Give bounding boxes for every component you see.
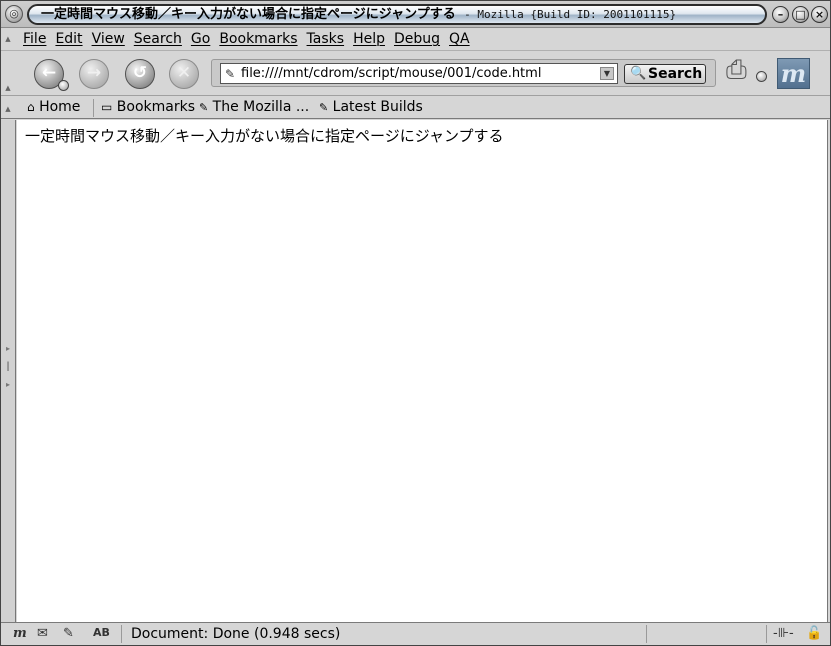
menu-items: File Edit View Search Go Bookmarks Tasks… [23,30,479,48]
title-bar[interactable]: ◎ 一定時間マウス移動／キー入力がない場合に指定ページにジャンプする - Moz… [1,1,830,28]
menu-file[interactable]: File [23,30,46,48]
menu-go[interactable]: Go [191,30,210,48]
bookmark-the-mozilla[interactable]: ✎ The Mozilla ... [199,99,309,116]
printer-icon: ⎙ [726,55,747,85]
address-book-icon[interactable]: AB [93,626,110,639]
menu-bar: ▲ File Edit View Search Go Bookmarks Tas… [1,29,830,51]
composer-icon[interactable]: ✎ [63,626,74,641]
stop-button[interactable]: ✕ [169,59,199,89]
status-divider [121,625,122,643]
bookmark-latest-builds[interactable]: ✎ Latest Builds [319,99,423,116]
status-bar: m ✉ ✎ AB Document: Done (0.948 secs) -⊪-… [1,622,830,645]
window-title-text: 一定時間マウス移動／キー入力がない場合に指定ページにジャンプする [41,7,456,22]
browser-window: ◎ 一定時間マウス移動／キー入力がない場合に指定ページにジャンプする - Moz… [0,0,831,646]
url-text: file:////mnt/cdrom/script/mouse/001/code… [241,66,542,81]
menu-help[interactable]: Help [353,30,385,48]
window-title[interactable]: 一定時間マウス移動／キー入力がない場合に指定ページにジャンプする - Mozil… [27,4,767,25]
minimize-button[interactable]: – [772,6,789,23]
url-input[interactable]: ✎ file:////mnt/cdrom/script/mouse/001/co… [220,63,618,84]
bookmark-icon: ✎ [319,101,329,114]
menubar-grip-icon[interactable]: ▲ [1,35,15,43]
page-heading: 一定時間マウス移動／キー入力がない場合に指定ページにジャンプする [25,127,504,145]
security-lock-icon: 🔓 [806,626,823,641]
url-history-dropdown-icon[interactable]: ▼ [600,67,614,80]
reload-button[interactable]: ↺ [125,59,155,89]
online-status-icon[interactable]: -⊪- [773,626,794,641]
reload-icon: ↺ [132,63,148,83]
back-arrow-icon: ← [41,63,57,83]
url-toolbar: ✎ file:////mnt/cdrom/script/mouse/001/co… [211,59,716,87]
menu-debug[interactable]: Debug [394,30,440,48]
bookmark-the-mozilla-label: The Mozilla ... [212,99,310,115]
sidebar-handle-icon[interactable]: ▸ ┃ ▸ [3,340,13,396]
page-proxy-icon[interactable]: ✎ [225,65,235,83]
bookmark-icon: ✎ [199,101,209,114]
navigation-toolbar: ▲ ← → ↺ ✕ ✎ file:////mnt/cdrom/script/mo… [1,52,830,96]
home-icon: ⌂ [27,100,35,114]
navigator-icon[interactable]: m [13,626,27,641]
menu-view[interactable]: View [92,30,125,48]
page-content: 一定時間マウス移動／キー入力がない場合に指定ページにジャンプする [17,120,828,622]
mail-icon[interactable]: ✉ [37,626,48,641]
search-button[interactable]: 🔍 Search [624,64,706,84]
stop-icon: ✕ [176,63,192,83]
maximize-button[interactable]: □ [792,6,809,23]
search-icon: 🔍 [630,66,647,81]
back-history-dropdown-icon[interactable] [58,80,69,91]
menu-search[interactable]: Search [134,30,182,48]
window-menu-icon[interactable]: ◎ [5,5,23,23]
print-button[interactable]: ⎙ [726,57,760,85]
mozilla-logo-icon[interactable]: m [777,58,810,89]
home-button[interactable]: ⌂ Home [27,99,80,116]
menu-edit[interactable]: Edit [55,30,82,48]
menu-tasks[interactable]: Tasks [307,30,345,48]
bookmarks-label: Bookmarks [116,99,196,115]
close-button[interactable]: × [811,6,828,23]
navbar-grip-icon[interactable]: ▲ [1,84,15,92]
forward-arrow-icon: → [86,63,102,83]
sidebar-grippy[interactable]: ▸ ┃ ▸ [1,120,16,622]
menu-bookmarks[interactable]: Bookmarks [219,30,297,48]
personal-toolbar-grip-icon[interactable]: ▲ [1,105,15,113]
bookmarks-button[interactable]: ▭ Bookmarks [101,99,195,116]
search-button-label: Search [648,66,703,82]
forward-button[interactable]: → [79,59,109,89]
window-title-app: - Mozilla {Build ID: 2001101115} [464,8,677,21]
print-dropdown-icon[interactable] [756,71,767,82]
toolbar-divider [93,99,94,117]
menu-qa[interactable]: QA [449,30,470,48]
bookmark-latest-builds-label: Latest Builds [332,99,423,115]
personal-toolbar: ▲ ⌂ Home ▭ Bookmarks ✎ The Mozilla ... ✎… [1,97,830,119]
status-divider [766,625,767,643]
folder-icon: ▭ [101,100,113,114]
home-label: Home [39,99,81,115]
status-divider [646,625,647,643]
status-text: Document: Done (0.948 secs) [131,626,341,642]
